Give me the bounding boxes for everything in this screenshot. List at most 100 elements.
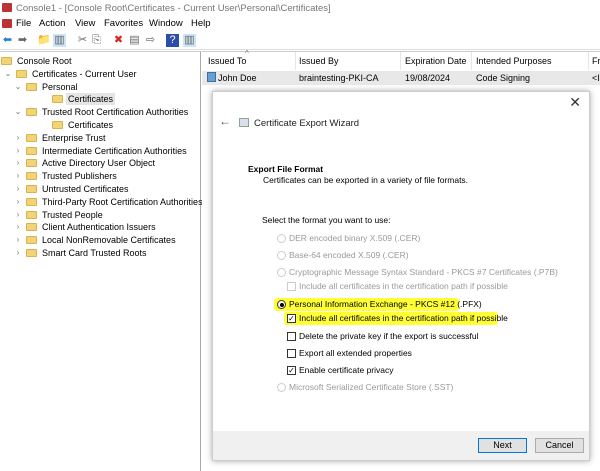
menu-window[interactable]: Window bbox=[149, 18, 183, 29]
radio-icon[interactable] bbox=[277, 268, 286, 277]
up-folder-icon[interactable]: 📁 bbox=[37, 34, 51, 47]
column-issued-to[interactable]: Issued To bbox=[208, 56, 246, 66]
option-checkbox-6[interactable]: Delete the private key if the export is … bbox=[287, 331, 479, 342]
tree-item[interactable]: › Trusted Publishers bbox=[0, 170, 200, 182]
tree-item-label: Personal bbox=[42, 81, 78, 92]
section-subheading: Certificates can be exported in a variet… bbox=[263, 175, 469, 185]
tree-item-label: Trusted Root Certification Authorities bbox=[42, 107, 189, 118]
tree-item[interactable]: › Untrusted Certificates bbox=[0, 183, 200, 195]
chevron-right-icon[interactable]: › bbox=[14, 221, 22, 233]
tree-item[interactable]: › Client Authentication Issuers bbox=[0, 221, 200, 233]
checkbox-icon[interactable] bbox=[287, 332, 296, 341]
menu-view[interactable]: View bbox=[75, 18, 95, 29]
title-bar: Console1 - [Console Root\Certificates - … bbox=[0, 0, 600, 16]
chevron-right-icon[interactable]: › bbox=[14, 145, 22, 157]
help-icon[interactable]: ? bbox=[166, 34, 179, 47]
chevron-down-icon[interactable]: ⌄ bbox=[4, 68, 12, 80]
menu-help[interactable]: Help bbox=[191, 18, 211, 29]
folder-icon bbox=[26, 223, 37, 232]
column-intended-purposes[interactable]: Intended Purposes bbox=[476, 56, 552, 66]
checkbox-icon[interactable]: ✓ bbox=[287, 314, 296, 323]
chevron-right-icon[interactable]: › bbox=[14, 170, 22, 182]
checkbox-icon[interactable]: ✓ bbox=[287, 366, 296, 375]
folder-icon bbox=[26, 210, 37, 219]
chevron-right-icon[interactable]: › bbox=[14, 157, 22, 169]
tree-item[interactable]: ⌄ Personal bbox=[0, 81, 200, 93]
column-friendly-name[interactable]: Fr bbox=[592, 56, 600, 66]
tree-item[interactable]: Certificates bbox=[0, 93, 200, 106]
chevron-right-icon[interactable]: › bbox=[14, 196, 22, 208]
radio-icon[interactable] bbox=[277, 251, 286, 260]
tree-item-label: Trusted People bbox=[42, 209, 103, 220]
chevron-down-icon[interactable]: ⌄ bbox=[14, 106, 22, 118]
tree-item[interactable]: › Intermediate Certification Authorities bbox=[0, 145, 200, 157]
tree-item[interactable]: ⌄ Certificates - Current User bbox=[0, 68, 200, 80]
system-menu-icon[interactable] bbox=[2, 19, 12, 28]
app-icon bbox=[2, 3, 12, 12]
tree-item-label: Intermediate Certification Authorities bbox=[42, 145, 187, 156]
folder-icon bbox=[1, 57, 12, 65]
delete-icon[interactable]: ✖ bbox=[112, 34, 125, 47]
tree-item-label: Active Directory User Object bbox=[42, 158, 156, 169]
cell-expiration-date: 19/08/2024 bbox=[405, 73, 451, 83]
option-label: Delete the private key if the export is … bbox=[299, 331, 479, 341]
column-issued-by[interactable]: Issued By bbox=[299, 56, 339, 66]
menu-favorites[interactable]: Favorites bbox=[104, 18, 143, 29]
tree-item[interactable]: › Third-Party Root Certification Authorit… bbox=[0, 196, 203, 208]
certificate-export-wizard-dialog: ✕ ← Certificate Export Wizard Export Fil… bbox=[212, 91, 590, 461]
chevron-down-icon[interactable]: ⌄ bbox=[14, 81, 22, 93]
menu-file[interactable]: File bbox=[16, 18, 31, 29]
table-row[interactable]: John Doe braintesting-PKI-CA 19/08/2024 … bbox=[202, 71, 600, 85]
option-checkbox-7[interactable]: Export all extended properties bbox=[287, 348, 412, 359]
close-button[interactable]: ✕ bbox=[569, 94, 581, 111]
tree-item-label: Trusted Publishers bbox=[42, 171, 117, 182]
checkbox-icon[interactable] bbox=[287, 282, 296, 291]
chevron-right-icon[interactable]: › bbox=[14, 247, 22, 259]
forward-icon[interactable]: ➡ bbox=[16, 34, 29, 47]
option-checkbox-8[interactable]: ✓ Enable certificate privacy bbox=[287, 365, 394, 376]
tree-item-label: Local NonRemovable Certificates bbox=[42, 235, 176, 246]
chevron-right-icon[interactable]: › bbox=[14, 132, 22, 144]
radio-icon[interactable] bbox=[277, 383, 286, 392]
tree-item[interactable]: Console Root bbox=[0, 55, 200, 67]
folder-icon bbox=[52, 121, 63, 129]
tree-item-label: Smart Card Trusted Roots bbox=[42, 248, 147, 258]
chevron-right-icon[interactable]: › bbox=[14, 209, 22, 221]
folder-icon bbox=[26, 172, 37, 181]
back-icon[interactable]: ⬅ bbox=[1, 34, 14, 47]
copy-icon[interactable]: ⎘ bbox=[90, 34, 103, 47]
tree-item[interactable]: › Active Directory User Object bbox=[0, 157, 200, 169]
tree-item-label: Enterprise Trust bbox=[42, 132, 106, 143]
format-prompt: Select the format you want to use: bbox=[262, 215, 391, 225]
action-pane-icon[interactable]: ▥ bbox=[183, 34, 196, 47]
properties-icon[interactable]: ▤ bbox=[128, 34, 141, 47]
radio-icon[interactable] bbox=[277, 234, 286, 243]
chevron-right-icon[interactable]: › bbox=[14, 183, 22, 195]
tree-item[interactable]: › Enterprise Trust bbox=[0, 132, 200, 144]
tree-item[interactable]: ⌄ Trusted Root Certification Authorities bbox=[0, 106, 200, 118]
option-label: Personal Information Exchange - PKCS #12… bbox=[289, 299, 482, 309]
tree-item[interactable]: Certificates bbox=[0, 119, 200, 131]
back-arrow-icon[interactable]: ← bbox=[219, 114, 231, 128]
tree-item-label: Certificates bbox=[66, 93, 116, 106]
tree-item[interactable]: › Trusted People bbox=[0, 209, 200, 221]
option-checkbox-5[interactable]: ✓ Include all certificates in the certifi… bbox=[287, 313, 508, 324]
checkbox-icon[interactable] bbox=[287, 349, 296, 358]
format-radio-1: Base-64 encoded X.509 (.CER) bbox=[277, 250, 409, 261]
menu-action[interactable]: Action bbox=[39, 18, 65, 29]
cut-icon[interactable]: ✂ bbox=[76, 34, 89, 47]
chevron-right-icon[interactable]: › bbox=[14, 234, 22, 246]
export-list-icon[interactable]: ⇨ bbox=[144, 34, 157, 47]
option-label: Include all certificates in the certific… bbox=[299, 281, 508, 291]
folder-icon bbox=[52, 95, 63, 104]
next-button[interactable]: Next bbox=[478, 438, 527, 453]
tree-item[interactable]: › Local NonRemovable Certificates bbox=[0, 234, 200, 246]
menu-bar: File Action View Favorites Window Help bbox=[0, 16, 600, 31]
tree-item[interactable]: › Smart Card Trusted Roots bbox=[0, 247, 200, 259]
radio-icon[interactable] bbox=[277, 300, 286, 309]
option-label: Export all extended properties bbox=[299, 348, 412, 358]
cancel-button[interactable]: Cancel bbox=[535, 438, 584, 453]
column-expiration-date[interactable]: Expiration Date bbox=[405, 56, 467, 66]
format-radio-4[interactable]: Personal Information Exchange - PKCS #12… bbox=[277, 299, 482, 310]
show-hide-tree-icon[interactable]: ▥ bbox=[53, 34, 66, 47]
